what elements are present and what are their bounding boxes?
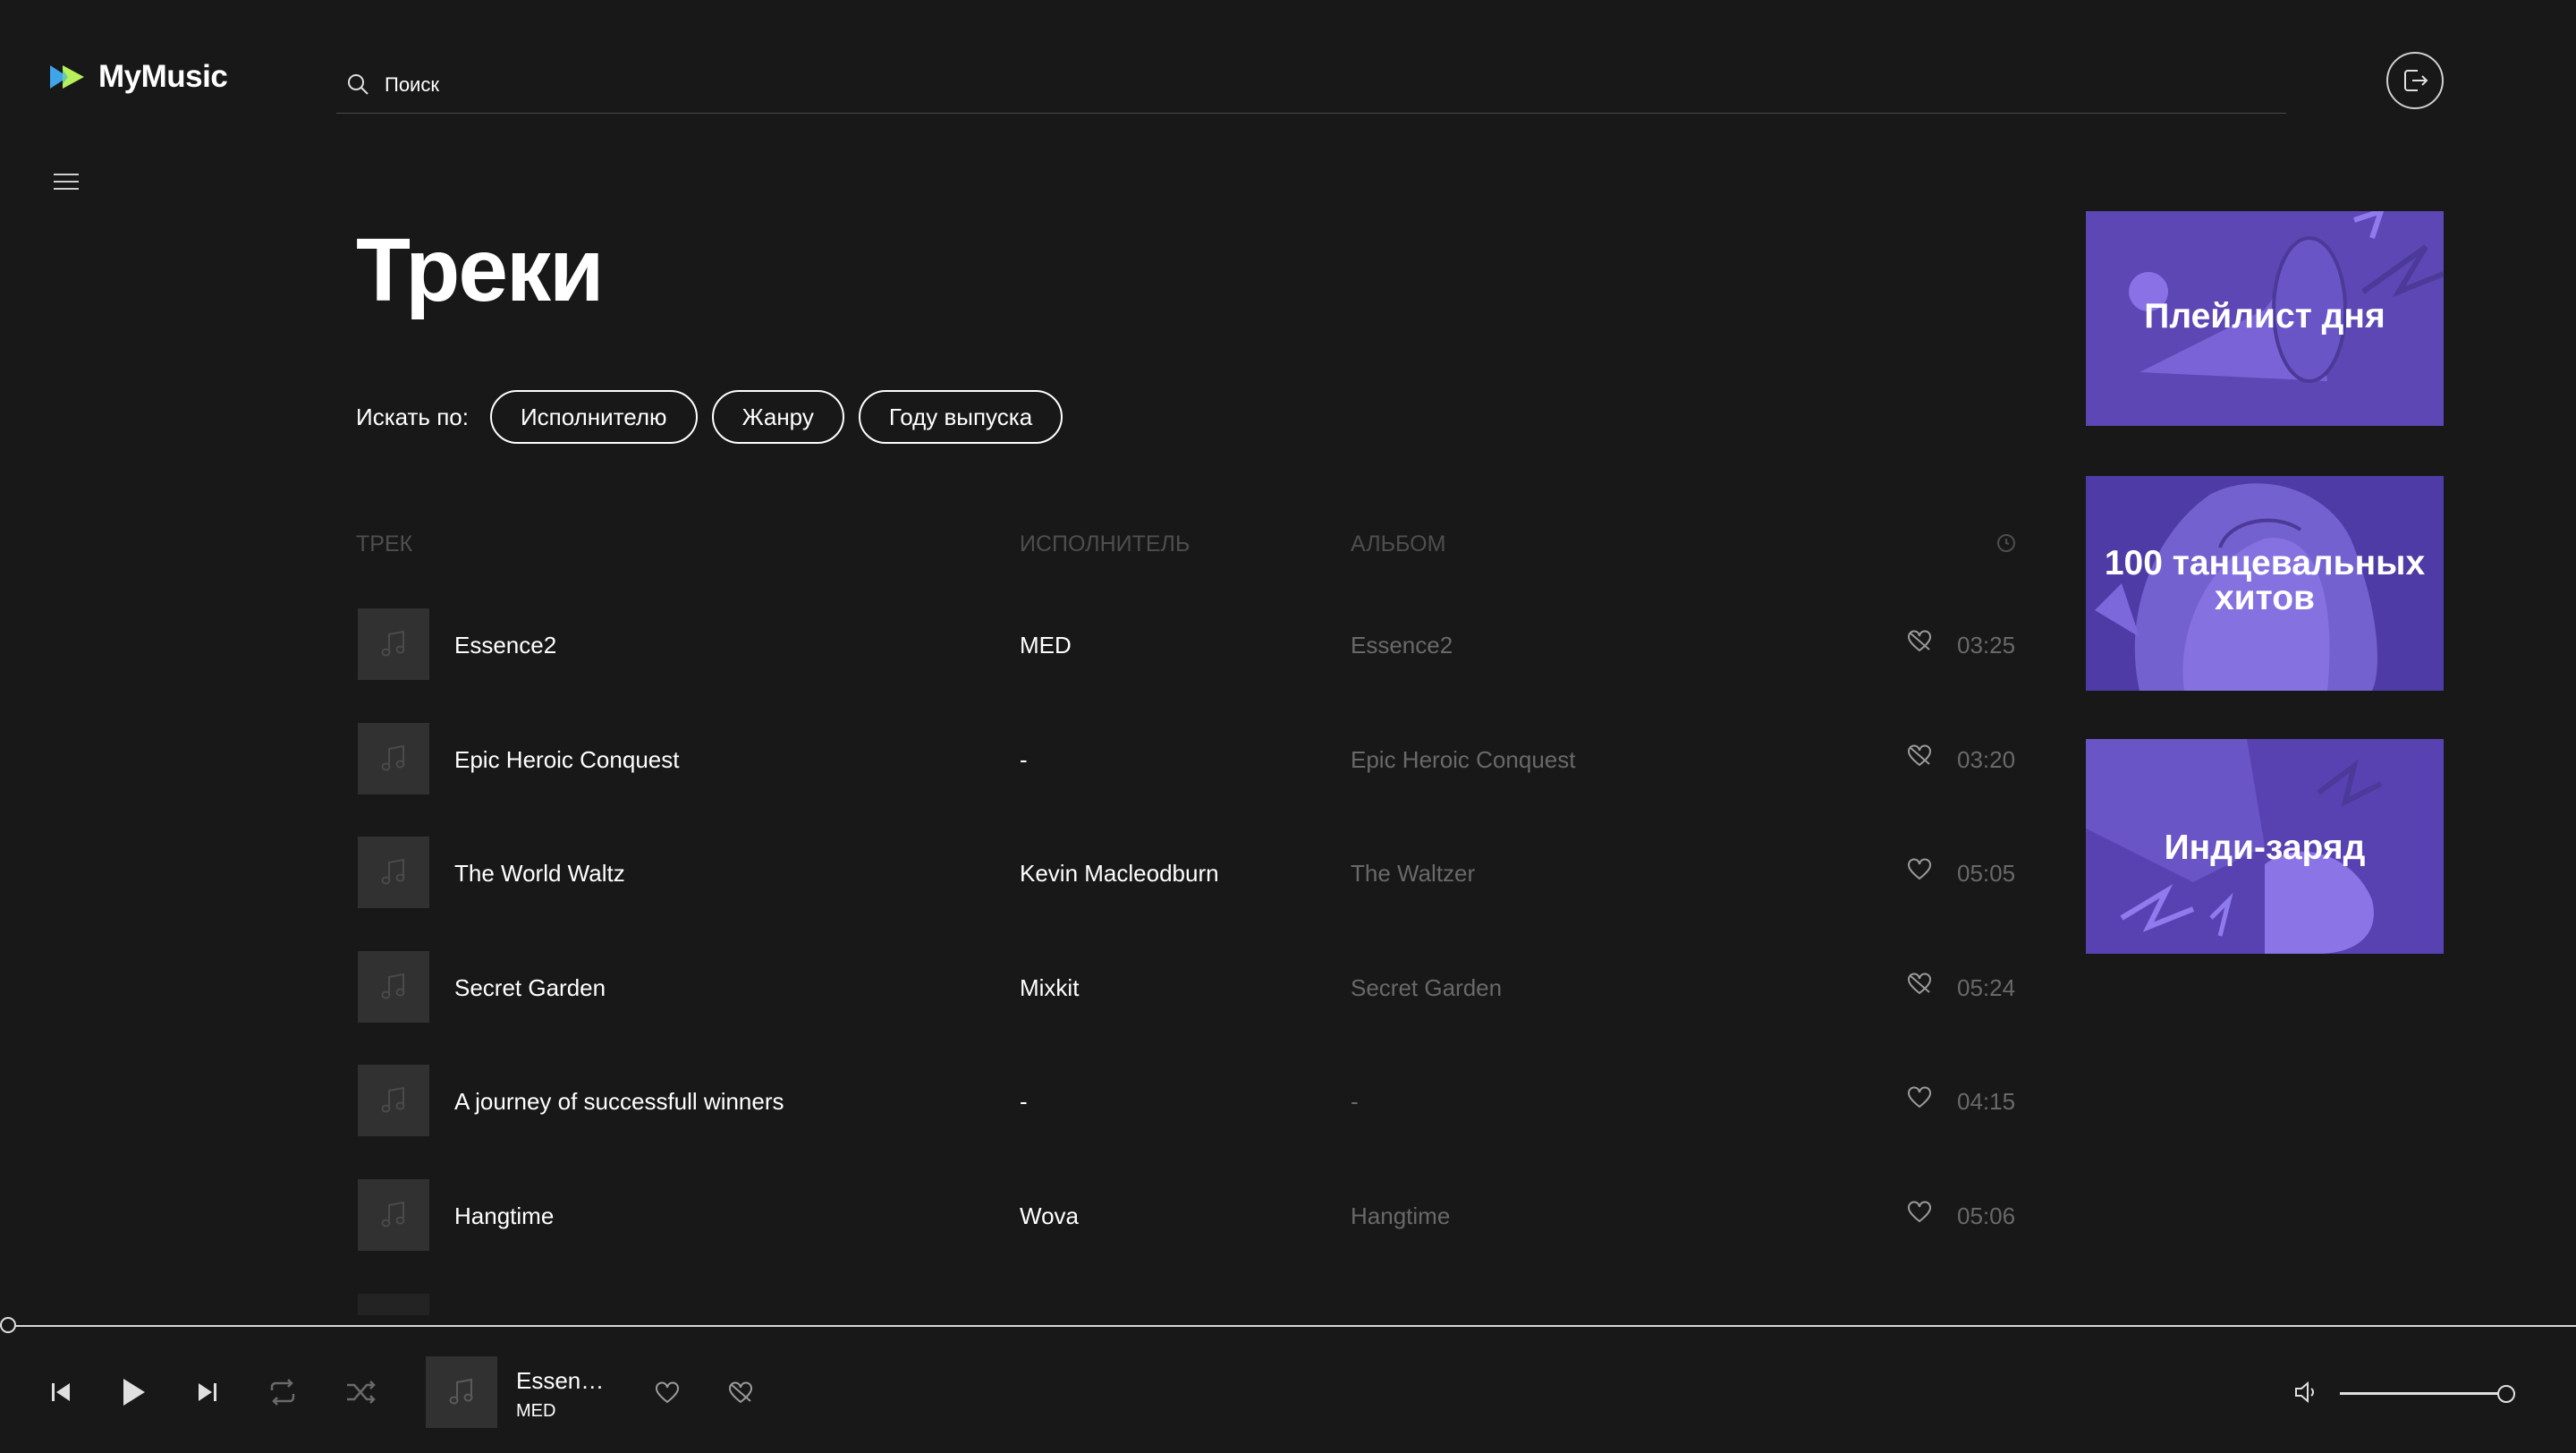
filter-genre-button[interactable]: Жанру xyxy=(711,390,844,444)
track-artist[interactable]: Mixkit xyxy=(1020,974,1079,1002)
filter-bar: Искать по: Исполнителю Жанру Году выпуск… xyxy=(356,390,1063,444)
track-cover xyxy=(358,608,429,680)
like-icon[interactable] xyxy=(1907,858,1932,881)
track-duration: 03:25 xyxy=(1957,632,2016,659)
track-album[interactable]: - xyxy=(1351,1088,1359,1116)
playlist-card-indie-label: Инди-заряд xyxy=(2164,828,2366,867)
track-album[interactable]: Epic Heroic Conquest xyxy=(1351,746,1575,774)
track-cover xyxy=(358,1065,429,1137)
track-artist[interactable]: Kevin Macleodburn xyxy=(1020,860,1219,888)
track-duration: 03:20 xyxy=(1957,745,2016,773)
table-row[interactable]: Epic Heroic Conquest - Epic Heroic Conques… xyxy=(356,722,2020,798)
logout-button[interactable] xyxy=(2386,52,2444,109)
player-cover xyxy=(426,1356,497,1428)
track-cover xyxy=(358,1179,429,1251)
filter-artist-button[interactable]: Исполнителю xyxy=(489,390,698,444)
track-album[interactable]: Hangtime xyxy=(1351,1202,1450,1230)
search-bar xyxy=(336,57,2286,114)
table-row[interactable]: A journey of successfull winners - - 04:15 xyxy=(356,1065,2020,1140)
filter-year-button[interactable]: Году выпуска xyxy=(858,390,1063,444)
track-name: Hangtime xyxy=(454,1202,555,1229)
player-track-artist: MED xyxy=(516,1401,556,1421)
table-row-partial xyxy=(356,1294,2020,1315)
progress-knob[interactable] xyxy=(0,1317,16,1333)
track-name: The World Waltz xyxy=(454,860,625,888)
table-row[interactable]: Hangtime Wova Hangtime 05:06 xyxy=(356,1179,2020,1254)
track-artist[interactable]: Wova xyxy=(1020,1202,1079,1230)
music-note-icon xyxy=(449,1378,473,1405)
page-title: Треки xyxy=(356,220,604,320)
track-cover xyxy=(358,950,429,1023)
player-track-title: Essence2 xyxy=(516,1367,614,1394)
logo[interactable]: MyMusic xyxy=(50,59,228,95)
playlist-card-dance[interactable]: 100 танцевальных хитов xyxy=(2086,476,2444,691)
table-row[interactable]: The World Waltz Kevin Macleodburn The Walt… xyxy=(356,837,2020,912)
play-icon[interactable] xyxy=(120,1376,147,1408)
dislike-icon[interactable] xyxy=(1907,744,1932,768)
music-note-icon xyxy=(381,1201,405,1228)
track-artist[interactable]: - xyxy=(1020,746,1028,774)
repeat-icon[interactable] xyxy=(267,1378,299,1406)
playlist-card-indie[interactable]: Инди-заряд xyxy=(2086,739,2444,954)
table-header: ТРЕК ИСПОЛНИТЕЛЬ АЛЬБОМ xyxy=(356,528,2020,564)
dislike-icon[interactable] xyxy=(1907,630,1932,653)
track-album[interactable]: Secret Garden xyxy=(1351,974,1502,1002)
track-name: Epic Heroic Conquest xyxy=(454,745,680,773)
track-name: Essence2 xyxy=(454,632,557,659)
music-note-icon xyxy=(381,858,405,885)
filter-label: Искать по: xyxy=(356,403,469,430)
prev-icon[interactable] xyxy=(50,1380,72,1405)
header-album: АЛЬБОМ xyxy=(1351,531,1446,557)
progress-bar[interactable] xyxy=(0,1325,2576,1327)
track-duration: 05:05 xyxy=(1957,860,2016,888)
dislike-icon[interactable] xyxy=(1907,973,1932,996)
like-icon[interactable] xyxy=(1907,1086,1932,1109)
clock-icon xyxy=(1997,534,2015,552)
track-cover xyxy=(358,722,429,794)
playlist-card-daily-label: Плейлист дня xyxy=(2144,297,2385,336)
track-cover xyxy=(358,837,429,909)
logo-text: MyMusic xyxy=(98,59,228,94)
music-note-icon xyxy=(381,973,405,999)
playlist-card-dance-label: 100 танцевальных хитов xyxy=(2104,544,2426,617)
track-album[interactable]: The Waltzer xyxy=(1351,860,1475,888)
logo-icon xyxy=(50,65,84,89)
track-duration: 04:15 xyxy=(1957,1088,2016,1116)
track-name: A journey of successfull winners xyxy=(454,1088,784,1116)
music-note-icon xyxy=(381,744,405,771)
music-note-icon xyxy=(381,1087,405,1113)
track-cover xyxy=(358,1294,429,1315)
like-icon[interactable] xyxy=(1907,1201,1932,1224)
next-icon[interactable] xyxy=(197,1380,218,1405)
search-input[interactable] xyxy=(383,72,1996,98)
menu-icon[interactable] xyxy=(50,172,82,193)
table-row[interactable]: Secret Garden Mixkit Secret Garden 05:24 xyxy=(356,950,2020,1026)
search-icon xyxy=(348,74,369,95)
track-artist[interactable]: - xyxy=(1020,1088,1028,1116)
header-track: ТРЕК xyxy=(356,531,413,557)
header-artist: ИСПОЛНИТЕЛЬ xyxy=(1020,531,1191,557)
track-album[interactable]: Essence2 xyxy=(1351,632,1453,659)
dislike-icon[interactable] xyxy=(728,1381,753,1405)
shuffle-icon[interactable] xyxy=(345,1378,377,1406)
track-name: Secret Garden xyxy=(454,973,606,1001)
like-icon[interactable] xyxy=(655,1381,680,1405)
volume-slider[interactable] xyxy=(2340,1392,2515,1395)
track-duration: 05:24 xyxy=(1957,973,2016,1001)
music-note-icon xyxy=(381,630,405,657)
volume-knob[interactable] xyxy=(2497,1385,2516,1403)
logout-icon xyxy=(2404,70,2428,91)
track-duration: 05:06 xyxy=(1957,1202,2016,1229)
playlist-card-daily[interactable]: Плейлист дня xyxy=(2086,211,2444,426)
volume-icon[interactable] xyxy=(2293,1380,2320,1405)
track-artist[interactable]: MED xyxy=(1020,632,1072,659)
table-row[interactable]: Essence2 MED Essence2 03:25 xyxy=(356,608,2020,684)
